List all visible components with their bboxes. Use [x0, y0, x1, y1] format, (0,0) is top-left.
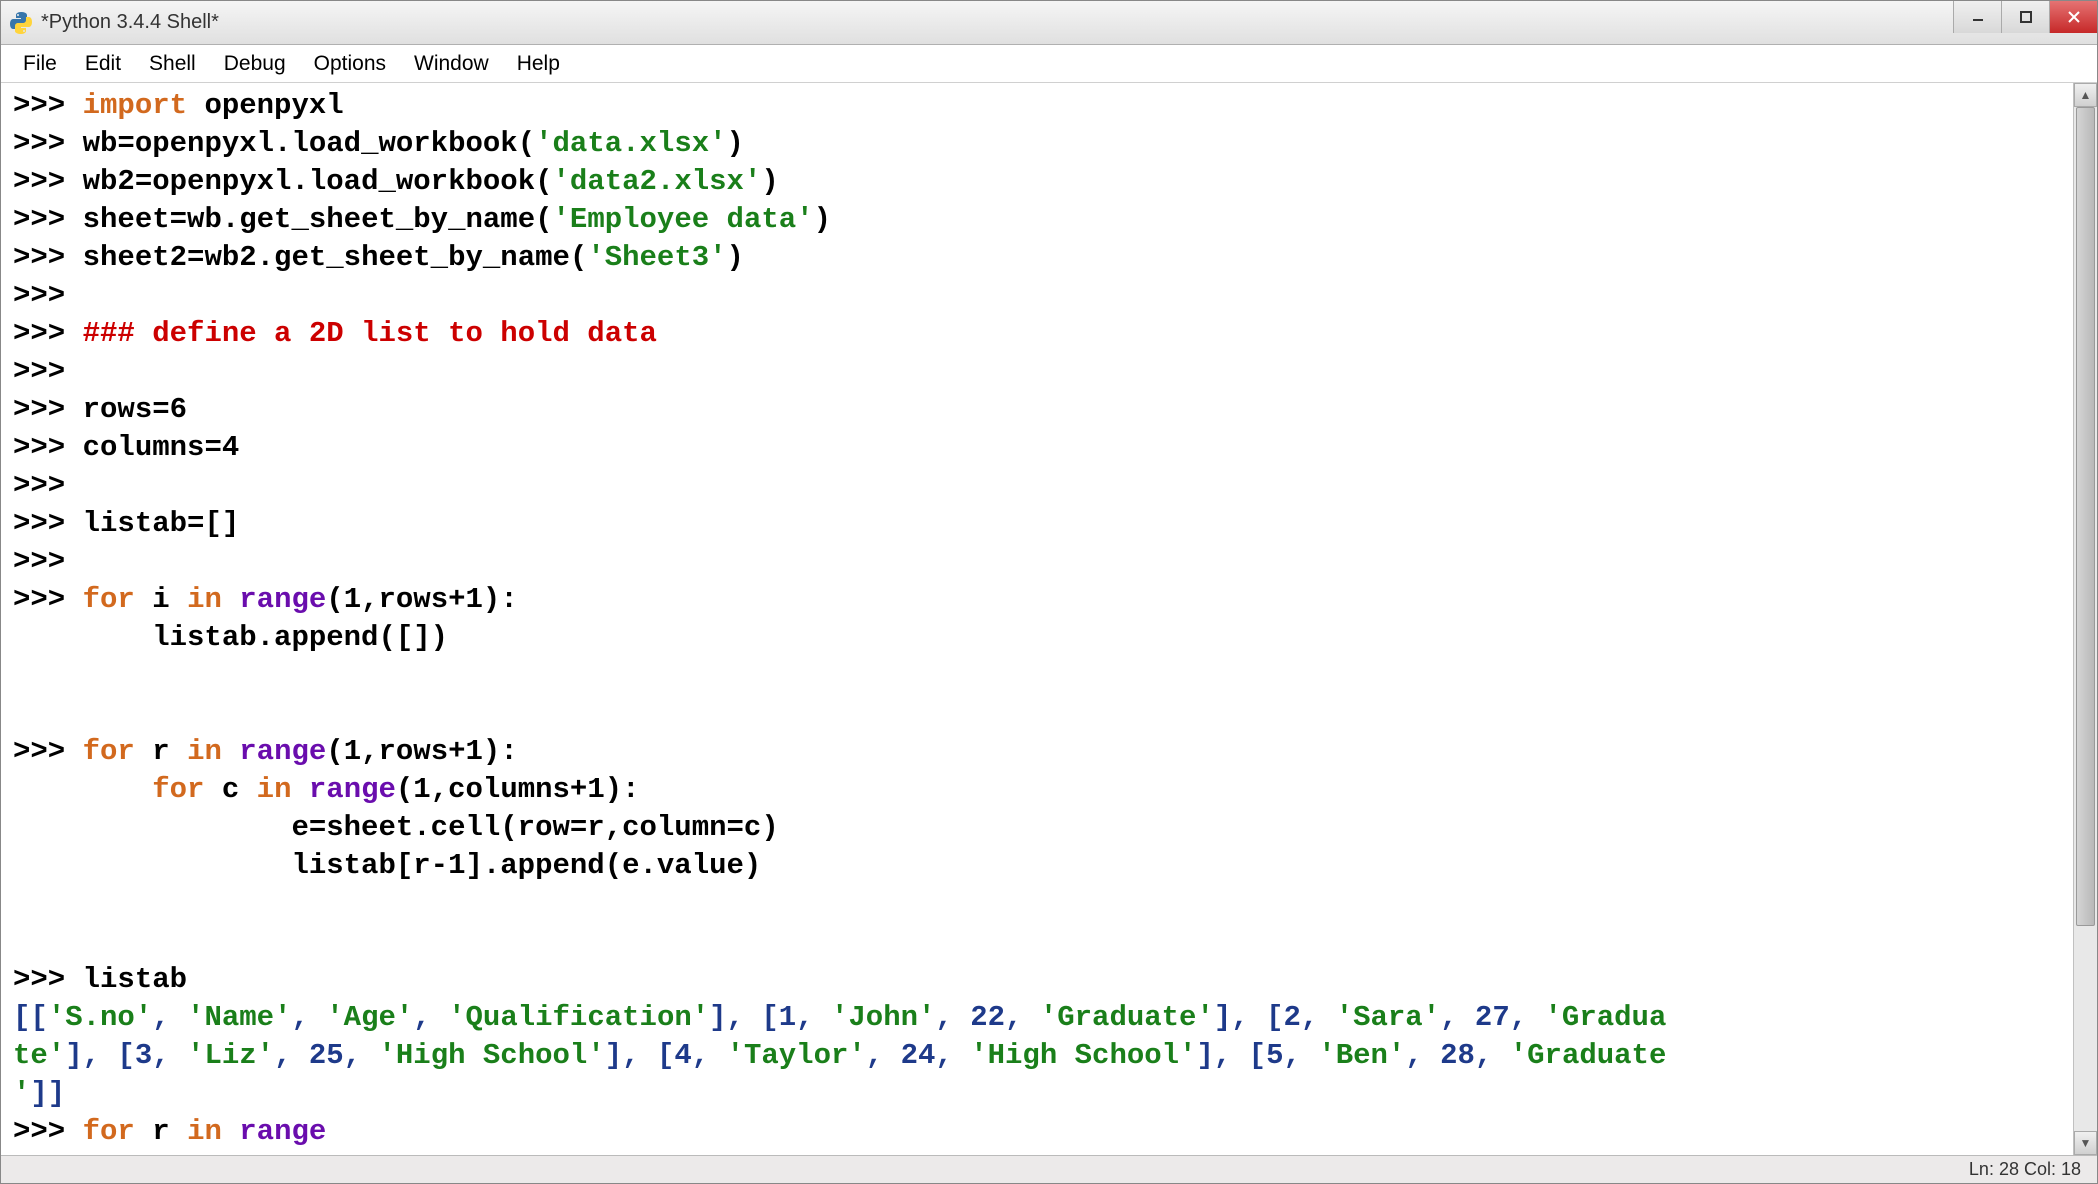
menu-window[interactable]: Window [400, 46, 503, 82]
shell-text-area[interactable]: >>> import openpyxl >>> wb=openpyxl.load… [1, 83, 2073, 1155]
menu-options[interactable]: Options [300, 46, 400, 82]
maximize-button[interactable] [2001, 1, 2049, 33]
statusbar: Ln: 28 Col: 18 [1, 1155, 2097, 1183]
python-shell-window: *Python 3.4.4 Shell* File Edit Shell Deb… [0, 0, 2098, 1184]
scroll-down-arrow[interactable]: ▼ [2074, 1131, 2097, 1155]
vertical-scrollbar[interactable]: ▲ ▼ [2073, 83, 2097, 1155]
titlebar: *Python 3.4.4 Shell* [1, 1, 2097, 45]
cursor-position: Ln: 28 Col: 18 [1969, 1159, 2081, 1180]
menu-help[interactable]: Help [503, 46, 574, 82]
menu-file[interactable]: File [9, 46, 71, 82]
content-area: >>> import openpyxl >>> wb=openpyxl.load… [1, 83, 2097, 1155]
menubar: File Edit Shell Debug Options Window Hel… [1, 45, 2097, 83]
menu-debug[interactable]: Debug [210, 46, 300, 82]
menu-shell[interactable]: Shell [135, 46, 210, 82]
close-button[interactable] [2049, 1, 2097, 33]
menu-edit[interactable]: Edit [71, 46, 135, 82]
python-icon [9, 11, 33, 35]
scroll-up-arrow[interactable]: ▲ [2074, 83, 2097, 107]
window-title: *Python 3.4.4 Shell* [41, 11, 219, 34]
minimize-button[interactable] [1953, 1, 2001, 33]
scroll-track[interactable] [2074, 107, 2097, 1131]
scroll-thumb[interactable] [2076, 107, 2095, 926]
window-controls [1953, 1, 2097, 33]
